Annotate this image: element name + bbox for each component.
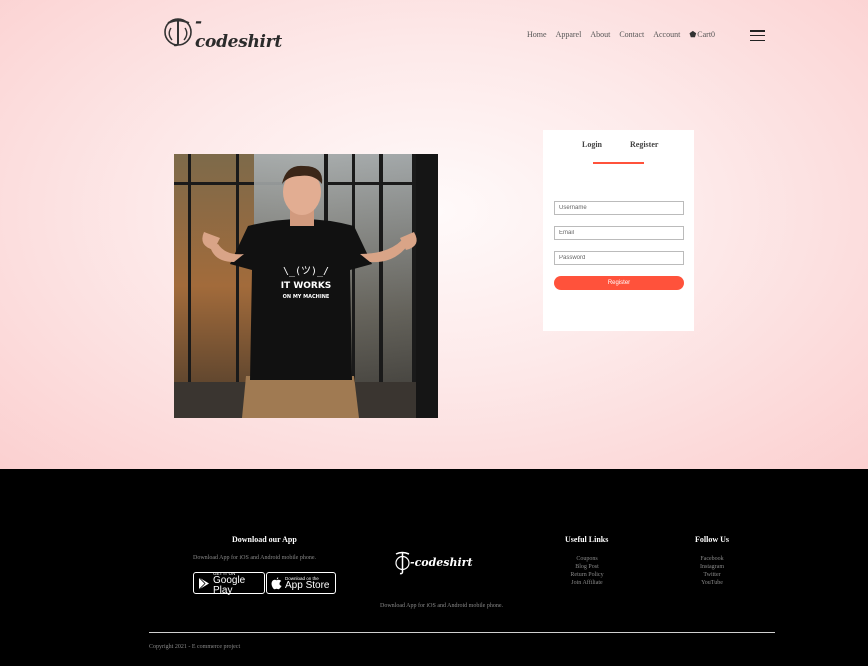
shirt-text-line2: IT WORKS: [281, 281, 332, 291]
download-app-desc: Download App for iOS and Android mobile …: [193, 555, 316, 561]
shirt-text-line3: ON MY MACHINE: [283, 294, 330, 300]
cart-icon: ⬟: [689, 30, 697, 39]
footer-logo[interactable]: -codeshirt: [395, 548, 473, 576]
register-button[interactable]: Register: [554, 276, 684, 290]
nav-account[interactable]: Account: [653, 30, 680, 39]
nav-home[interactable]: Home: [527, 30, 547, 39]
site-logo[interactable]: -codeshirt: [162, 12, 282, 52]
copyright-text: Copyright 2021 - E commerce project: [149, 644, 241, 650]
link-instagram[interactable]: Instagram: [700, 563, 724, 571]
link-twitter[interactable]: Twitter: [703, 571, 720, 579]
nav-cart[interactable]: ⬟ Cart0: [689, 30, 715, 39]
google-play-button[interactable]: GET IT ON Google Play: [193, 571, 265, 596]
nav-about[interactable]: About: [590, 30, 610, 39]
link-coupons[interactable]: Coupons: [576, 555, 597, 563]
auth-tabs: Login Register: [543, 140, 694, 164]
email-input[interactable]: [554, 226, 684, 240]
link-facebook[interactable]: Facebook: [700, 555, 723, 563]
auth-card: Login Register Register: [543, 130, 694, 331]
hero-section: -codeshirt Home Apparel About Contact Ac…: [0, 0, 868, 469]
follow-us-title: Follow Us: [695, 535, 729, 544]
tab-register[interactable]: Register: [630, 140, 658, 149]
footer-divider: [149, 632, 775, 633]
username-input[interactable]: [554, 201, 684, 215]
hamburger-menu-icon[interactable]: [750, 30, 765, 41]
cart-label: Cart0: [697, 30, 716, 39]
site-footer: Download our App Download App for iOS an…: [0, 469, 868, 666]
password-input[interactable]: [554, 251, 684, 265]
footer-center-desc: Download App for iOS and Android mobile …: [380, 603, 503, 609]
download-app-title: Download our App: [232, 535, 297, 544]
nav-contact[interactable]: Contact: [619, 30, 644, 39]
follow-links-list: Facebook Instagram Twitter YouTube: [688, 555, 736, 587]
tab-login[interactable]: Login: [582, 140, 602, 149]
app-store-button[interactable]: Download on the App Store: [266, 572, 336, 594]
nav-apparel[interactable]: Apparel: [556, 30, 582, 39]
link-join-affiliate[interactable]: Join Affiliate: [571, 579, 602, 587]
google-play-big-text: Google Play: [213, 574, 246, 596]
shirt-shrug-text: \_(ツ)_/: [283, 266, 329, 277]
link-youtube[interactable]: YouTube: [701, 579, 723, 587]
apple-icon: [271, 576, 282, 590]
google-play-icon: [198, 576, 210, 590]
footer-logo-text: -codeshirt: [410, 555, 473, 569]
active-tab-indicator: [593, 162, 644, 164]
logo-text: -codeshirt: [195, 12, 282, 52]
link-return-policy[interactable]: Return Policy: [570, 571, 603, 579]
footer-logo-emblem-icon: [395, 551, 410, 575]
app-store-big-text: App Store: [285, 579, 330, 591]
main-nav: Home Apparel About Contact Account ⬟ Car…: [527, 30, 715, 39]
useful-links-list: Coupons Blog Post Return Policy Join Aff…: [560, 555, 614, 587]
hero-photo: \_(ツ)_/ IT WORKS ON MY MACHINE: [174, 154, 438, 418]
logo-t-emblem-icon: [164, 18, 192, 47]
link-blog-post[interactable]: Blog Post: [575, 563, 599, 571]
useful-links-title: Useful Links: [565, 535, 609, 544]
